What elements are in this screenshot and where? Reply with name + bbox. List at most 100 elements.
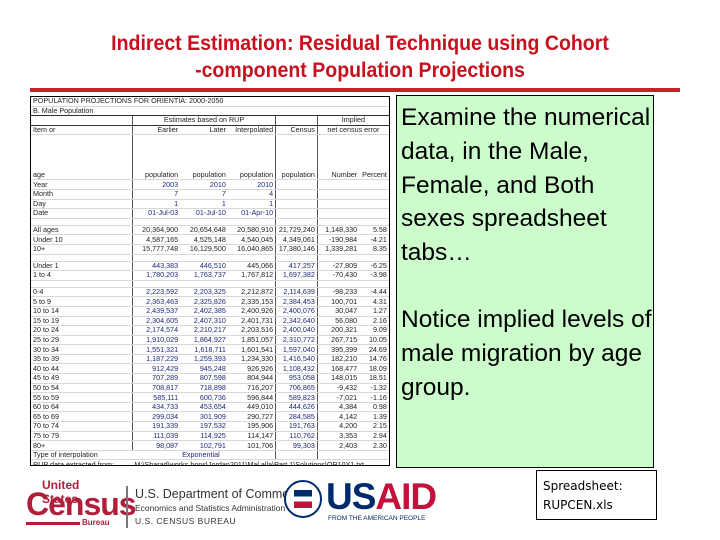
table-cell xyxy=(316,189,360,200)
table-cell: 1,339,281 xyxy=(316,244,360,255)
table-cell: 2,210,217 xyxy=(180,325,228,336)
table-row: age population population population populat… xyxy=(31,134,389,181)
table-cell: 168,477 xyxy=(316,363,360,375)
table-cell: 3,353 xyxy=(316,431,360,442)
commerce-line2: Economics and Statistics Administration xyxy=(135,503,286,513)
table-cell: 1,597,040 xyxy=(275,344,318,355)
table-cell: -7,021 xyxy=(316,392,360,403)
table-row: B. Male Population xyxy=(31,106,389,117)
table-cell: 2,400,926 xyxy=(227,306,276,317)
table-cell: 2,203,325 xyxy=(180,287,228,298)
table-cell: All ages xyxy=(31,225,133,236)
table-cell: 18.51 xyxy=(359,373,389,384)
table-cell: 111,039 xyxy=(131,431,181,442)
table-cell: 2003 xyxy=(131,179,181,190)
table-cell: 945,248 xyxy=(180,363,228,375)
table-cell: 30,047 xyxy=(316,306,360,317)
table-cell: 807,598 xyxy=(180,373,228,384)
table-cell: 1,416,540 xyxy=(275,354,318,365)
table-cell xyxy=(359,254,389,262)
table-cell: 191,763 xyxy=(275,421,318,432)
table-cell: 1,618,711 xyxy=(180,344,228,355)
table-cell: 1,108,432 xyxy=(275,363,318,375)
table-cell xyxy=(275,179,318,190)
note-paragraph-notice: Notice implied levels of male migration … xyxy=(401,305,652,401)
table-cell: -1.32 xyxy=(359,383,389,394)
table-cell xyxy=(316,208,360,219)
table-cell xyxy=(316,179,360,190)
table-cell: 2,203,516 xyxy=(227,325,276,336)
usaid-tagline: FROM THE AMERICAN PEOPLE xyxy=(328,515,426,522)
slide-title-line1: Indirect Estimation: Residual Technique … xyxy=(111,32,609,55)
table-row: 1 to 4 1,780,203 1,763,737 1,767,812 1,697,3… xyxy=(31,270,389,281)
table-cell xyxy=(31,115,133,126)
table-cell xyxy=(275,199,318,210)
table-cell xyxy=(180,280,228,288)
table-cell: 80+ xyxy=(31,440,133,451)
table-cell: Under 10 xyxy=(31,234,133,245)
table-row: 5 to 9 2,363,463 2,325,826 2,335,153 2,384,4… xyxy=(31,296,389,307)
col-header: Interpolated xyxy=(227,125,276,136)
table-cell: 2.15 xyxy=(359,421,389,432)
table-cell: 443,383 xyxy=(131,261,181,272)
table-cell: 2.16 xyxy=(359,316,389,327)
table-cell: 1,763,737 xyxy=(180,270,228,281)
table-cell: 445,066 xyxy=(227,261,276,272)
table-cell: 2,401,731 xyxy=(227,316,276,327)
table-cell xyxy=(227,280,276,288)
table-cell: 585,111 xyxy=(131,392,181,403)
table-cell: 2,384,453 xyxy=(275,296,318,307)
projection-table: POPULATION PROJECTIONS FOR ORIENTIA: 200… xyxy=(31,97,389,465)
table-cell: 589,823 xyxy=(275,392,318,403)
census-logo-bureau: Bureau xyxy=(82,518,110,527)
rup-source-value: M:\Sharad\works hops\Jordan2011\Mal alla… xyxy=(132,459,389,465)
table-cell: 20,580,910 xyxy=(227,225,276,236)
table-row: 50 to 54 708,817 718,898 716,207 706,865 -9,4… xyxy=(31,383,389,394)
table-cell: 98,087 xyxy=(131,440,181,451)
table-cell: 1,697,382 xyxy=(275,270,318,281)
table-cell: -98,233 xyxy=(316,287,360,298)
spreadsheet-filename: RUPCEN.xls xyxy=(543,498,613,512)
commerce-line3: U.S. CENSUS BUREAU xyxy=(135,516,237,526)
table-cell: 110,762 xyxy=(275,431,318,442)
table-cell xyxy=(359,450,389,461)
table-cell: 1,851,057 xyxy=(227,335,276,346)
table-cell: 20 to 24 xyxy=(31,325,133,336)
table-row xyxy=(31,280,389,288)
table-cell xyxy=(316,280,360,288)
table-cell xyxy=(359,208,389,219)
table-cell: 35 to 39 xyxy=(31,354,133,365)
table-row: 65 to 69 299,034 301,909 290,727 284,585 4,14… xyxy=(31,411,389,423)
table-cell: 8.35 xyxy=(359,244,389,255)
table-row: 35 to 39 1,187,229 1,259,393 1,234,330 1,416… xyxy=(31,354,389,365)
table-cell xyxy=(275,189,318,200)
table-row: POPULATION PROJECTIONS FOR ORIENTIA: 200… xyxy=(31,97,389,107)
commerce-line1: U.S. Department of Commerce xyxy=(135,487,307,501)
table-row: 15 to 19 2,304,605 2,407,310 2,401,731 2,342… xyxy=(31,316,389,327)
table-cell: Day xyxy=(31,199,133,210)
table-cell: 1 xyxy=(180,199,228,210)
col-subheader: population xyxy=(131,134,181,181)
table-row: Year 2003 2010 2010 xyxy=(31,179,389,190)
table-cell: 4,384 xyxy=(316,402,360,413)
table-row: Day 1 1 1 xyxy=(31,199,389,210)
table-cell: 70 to 74 xyxy=(31,421,133,432)
table-cell: 444,626 xyxy=(275,402,318,413)
table-cell: 20,654,648 xyxy=(180,225,228,236)
table-cell: 707,289 xyxy=(131,373,181,384)
table-cell: 1,780,203 xyxy=(131,270,181,281)
table-cell: 55 to 59 xyxy=(31,392,133,403)
table-cell: 4,349,061 xyxy=(275,234,318,245)
col-header: Later xyxy=(180,125,228,136)
table-cell: 2,363,463 xyxy=(131,296,181,307)
commerce-text: U.S. Department of Commerce Economics an… xyxy=(135,486,307,528)
table-cell xyxy=(275,218,318,226)
table-cell: 200,321 xyxy=(316,325,360,336)
table-cell: 102,791 xyxy=(180,440,228,451)
table-row: Month 7 7 4 xyxy=(31,189,389,200)
table-row: 55 to 59 585,111 600,736 596,844 589,823 -7,0… xyxy=(31,392,389,403)
table-cell: -1.16 xyxy=(359,392,389,403)
table-cell: 716,207 xyxy=(227,383,276,394)
table-cell: 4,587,165 xyxy=(131,234,181,245)
table-cell: 2010 xyxy=(180,179,228,190)
